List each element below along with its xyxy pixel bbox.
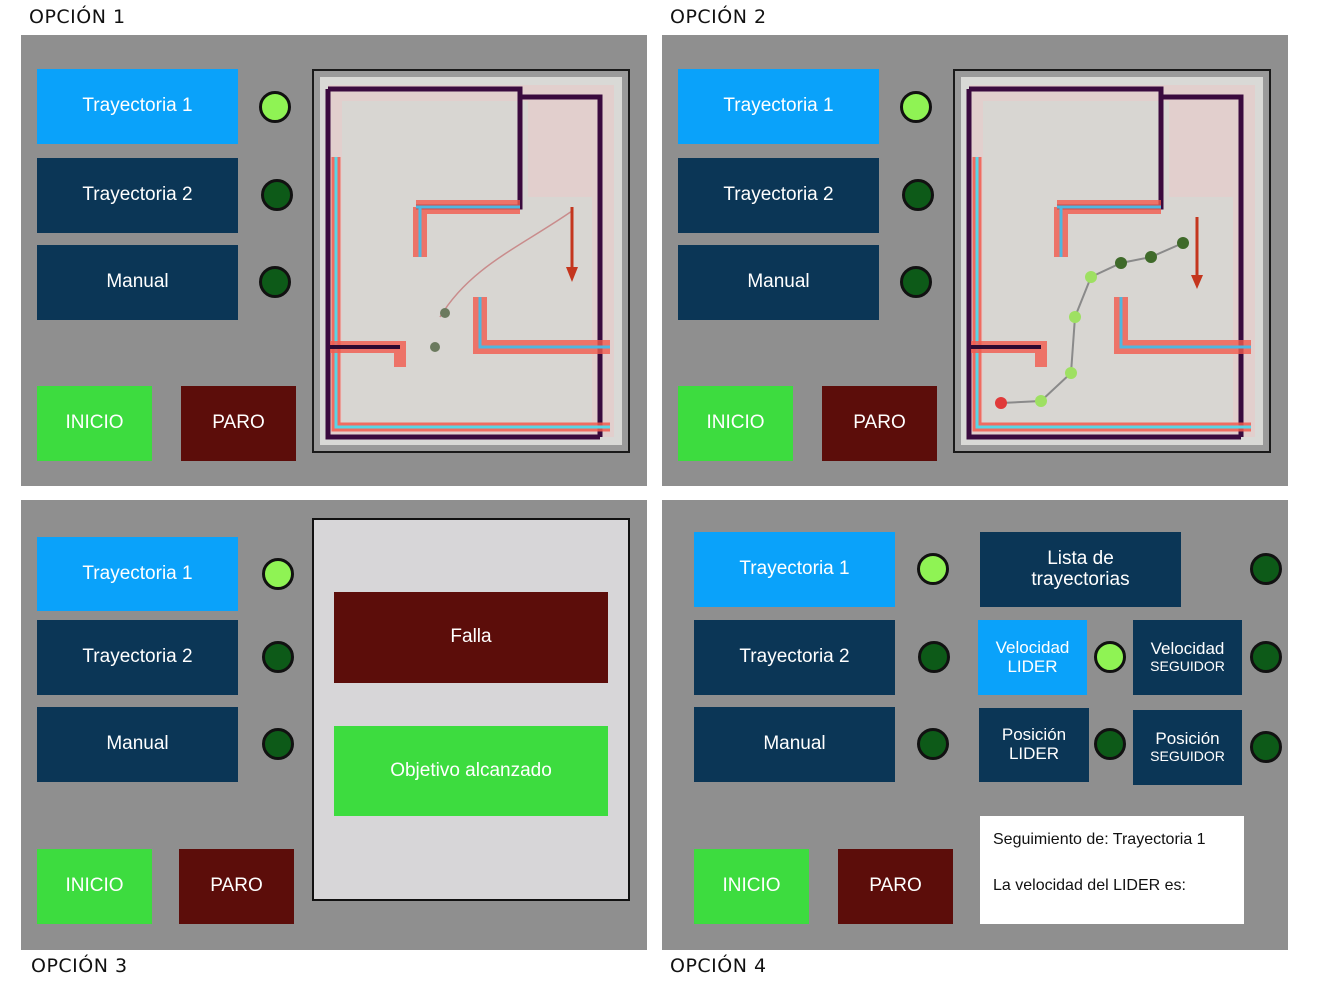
- velocidad-seguidor-label-1: Velocidad: [1150, 639, 1225, 659]
- paro-button[interactable]: PARO: [838, 849, 953, 924]
- trayectoria-2-button[interactable]: Trayectoria 2: [694, 620, 895, 695]
- trayectoria-2-button[interactable]: Trayectoria 2: [678, 158, 879, 233]
- inicio-button[interactable]: INICIO: [678, 386, 793, 461]
- trayectoria-1-indicator: [259, 91, 291, 123]
- trayectoria-2-button[interactable]: Trayectoria 2: [37, 158, 238, 233]
- velocidad-seguidor-button[interactable]: Velocidad SEGUIDOR: [1133, 620, 1242, 695]
- manual-button[interactable]: Manual: [37, 707, 238, 782]
- paro-button[interactable]: PARO: [181, 386, 296, 461]
- inicio-button[interactable]: INICIO: [37, 386, 152, 461]
- status-panel: Falla Objetivo alcanzado: [312, 518, 630, 901]
- velocidad-lider-button[interactable]: Velocidad LIDER: [978, 620, 1087, 695]
- trayectoria-2-indicator: [261, 179, 293, 211]
- manual-indicator: [900, 266, 932, 298]
- manual-indicator: [917, 728, 949, 760]
- option-4-title: OPCIÓN 4: [670, 955, 767, 977]
- lista-trayectorias-indicator: [1250, 553, 1282, 585]
- lista-trayectorias-label-2: trayectorias: [1031, 568, 1130, 590]
- velocidad-lider-text: La velocidad del LIDER es:: [993, 877, 1186, 894]
- lista-trayectorias-button[interactable]: Lista de trayectorias: [980, 532, 1181, 607]
- manual-indicator: [259, 266, 291, 298]
- paro-button[interactable]: PARO: [179, 849, 294, 924]
- paro-button[interactable]: PARO: [822, 386, 937, 461]
- occupancy-map: [312, 69, 630, 453]
- seguimiento-text: Seguimiento de: Trayectoria 1: [993, 831, 1206, 848]
- trayectoria-1-indicator: [262, 558, 294, 590]
- posicion-seguidor-label-2: SEGUIDOR: [1150, 748, 1225, 765]
- posicion-lider-label-2: LIDER: [1008, 744, 1060, 763]
- trayectoria-1-button[interactable]: Trayectoria 1: [694, 532, 895, 607]
- manual-button[interactable]: Manual: [694, 707, 895, 782]
- occupancy-map-image: [320, 77, 622, 445]
- lista-trayectorias-label-1: Lista de: [1047, 547, 1114, 569]
- manual-button[interactable]: Manual: [37, 245, 238, 320]
- option-2-title: OPCIÓN 2: [670, 6, 767, 28]
- posicion-seguidor-button[interactable]: Posición SEGUIDOR: [1133, 710, 1242, 785]
- velocidad-lider-indicator: [1094, 641, 1126, 673]
- objetivo-alcanzado-indicator: Objetivo alcanzado: [334, 726, 608, 816]
- trayectoria-1-button[interactable]: Trayectoria 1: [37, 537, 238, 611]
- trayectoria-2-indicator: [918, 641, 950, 673]
- manual-button[interactable]: Manual: [678, 245, 879, 320]
- velocidad-seguidor-label-2: SEGUIDOR: [1150, 658, 1225, 675]
- posicion-lider-label-1: Posición: [1001, 725, 1067, 745]
- inicio-button[interactable]: INICIO: [694, 849, 809, 924]
- info-display: Seguimiento de: Trayectoria 1 La velocid…: [980, 816, 1244, 924]
- posicion-seguidor-indicator: [1250, 731, 1282, 763]
- trayectoria-2-button[interactable]: Trayectoria 2: [37, 620, 238, 695]
- trayectoria-1-button[interactable]: Trayectoria 1: [678, 69, 879, 144]
- occupancy-map: [953, 69, 1271, 453]
- posicion-lider-indicator: [1094, 728, 1126, 760]
- option-3-title: OPCIÓN 3: [31, 955, 128, 977]
- option-3-panel: Trayectoria 1 Trayectoria 2 Manual INICI…: [21, 500, 647, 950]
- inicio-button[interactable]: INICIO: [37, 849, 152, 924]
- option-2-panel: Trayectoria 1 Trayectoria 2 Manual INICI…: [662, 35, 1288, 486]
- velocidad-lider-label-1: Velocidad: [995, 637, 1070, 657]
- trayectoria-2-indicator: [262, 641, 294, 673]
- velocidad-seguidor-indicator: [1250, 641, 1282, 673]
- falla-indicator: Falla: [334, 592, 608, 683]
- posicion-lider-button[interactable]: Posición LIDER: [979, 708, 1089, 782]
- option-4-panel: Trayectoria 1 Trayectoria 2 Manual INICI…: [662, 500, 1288, 950]
- posicion-seguidor-label-1: Posición: [1155, 729, 1220, 749]
- option-1-panel: Trayectoria 1 Trayectoria 2 Manual INICI…: [21, 35, 647, 486]
- trayectoria-2-indicator: [902, 179, 934, 211]
- trayectoria-1-button[interactable]: Trayectoria 1: [37, 69, 238, 144]
- option-1-title: OPCIÓN 1: [29, 6, 126, 28]
- occupancy-map-image: [961, 77, 1263, 445]
- trayectoria-1-indicator: [900, 91, 932, 123]
- trayectoria-1-indicator: [917, 553, 949, 585]
- manual-indicator: [262, 728, 294, 760]
- velocidad-lider-label-2: LIDER: [1007, 656, 1058, 676]
